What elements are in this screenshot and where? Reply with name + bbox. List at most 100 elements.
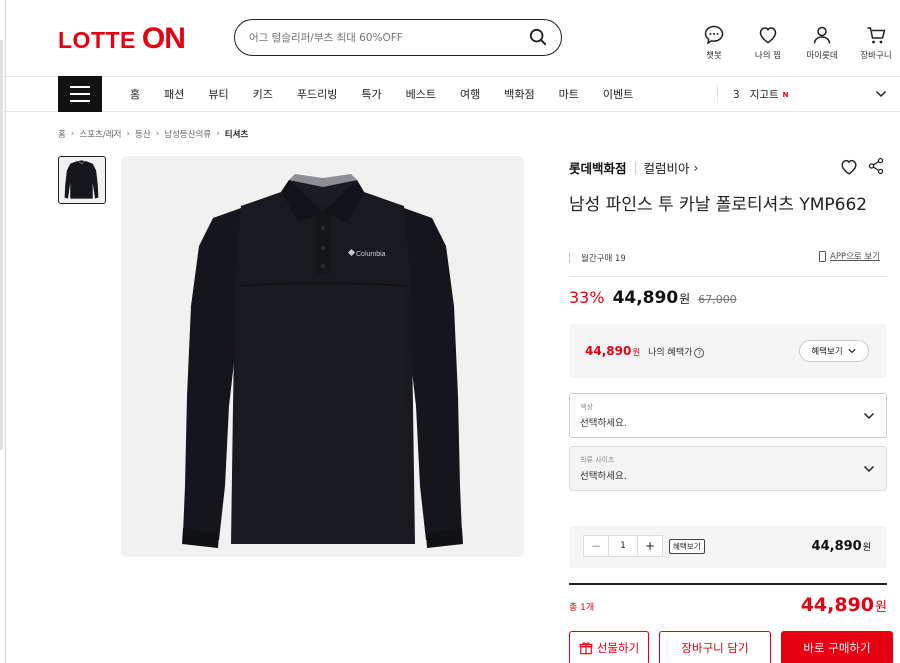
trending-keyword-text: 지고트 [749, 89, 779, 101]
discount-rate: 33% [569, 288, 605, 307]
buy-now-button[interactable]: 바로 구매하기 [781, 631, 893, 663]
quantity-price: 44,890 원 [812, 539, 871, 554]
benefit-price-unit: 원 [632, 348, 641, 358]
quantity-benefit-button[interactable]: 혜택보기 [669, 539, 705, 554]
size-select-label: 의류 사이즈 [580, 456, 615, 464]
size-select-value: 선택하세요. [580, 471, 627, 482]
sale-price: 44,890 [612, 288, 679, 308]
app-view-link[interactable]: APP으로 보기 [819, 250, 880, 262]
nav-item-fashion[interactable]: 패션 [164, 86, 184, 102]
trending-rank: 3 [733, 88, 740, 101]
cart-label: 장바구니 [860, 51, 892, 61]
chevron-down-icon [848, 348, 856, 354]
color-select-value: 선택하세요. [580, 418, 627, 429]
brand-row: 롯데백화점 컬럼비아 › [569, 158, 698, 177]
breadcrumb-current[interactable]: 티셔츠 [225, 128, 248, 140]
monthly-sales: 월간구매 19 [569, 252, 626, 264]
new-badge: N [782, 90, 789, 99]
nav-item-home[interactable]: 홈 [130, 86, 140, 102]
product-title: 남성 파인스 투 카날 폴로티셔츠 YMP662 [569, 195, 868, 215]
total-price-unit: 원 [875, 600, 887, 615]
color-select[interactable]: 색상 선택하세요. [569, 393, 887, 438]
color-select-label: 색상 [580, 403, 593, 411]
breadcrumb-separator-icon: › [155, 129, 160, 139]
nav-item-beauty[interactable]: 뷰티 [208, 86, 228, 102]
menu-bar-icon [70, 86, 90, 88]
app-view-text: APP으로 보기 [830, 252, 881, 262]
quantity-price-value: 44,890 [811, 539, 862, 554]
price-row: 33% 44,890 원 67,000 [569, 288, 737, 308]
chatbot-button[interactable]: 챗봇 [688, 24, 740, 61]
info-icon[interactable]: ? [694, 348, 705, 358]
size-select[interactable]: 의류 사이즈 선택하세요. [569, 446, 887, 491]
shirt-thumbnail-image [64, 160, 99, 199]
nav-item-travel[interactable]: 여행 [460, 86, 480, 102]
benefit-price: 44,890 원 나의 혜택가 ? [585, 344, 705, 358]
divider-line [569, 276, 887, 277]
benefit-label: 나의 혜택가 [648, 348, 693, 358]
quantity-value[interactable]: 1 [608, 536, 638, 556]
breadcrumb-item[interactable]: 등산 [135, 128, 151, 140]
breadcrumb-separator-icon: › [216, 129, 220, 139]
nav-item-mart[interactable]: 마트 [559, 86, 579, 102]
gift-button-label: 선물하기 [596, 641, 640, 655]
quantity-price-unit: 원 [862, 543, 871, 553]
wishlist-heart-icon[interactable] [839, 157, 859, 177]
nav-items: 홈 패션 뷰티 키즈 푸드리빙 특가 베스트 여행 백화점 마트 이벤트 [130, 77, 657, 111]
quantity-minus-button[interactable]: − [584, 536, 608, 556]
user-icon [813, 26, 831, 44]
lotte-on-logo[interactable]: LOTTE ON [58, 22, 186, 56]
gift-icon [579, 642, 593, 655]
share-icon[interactable] [867, 157, 885, 175]
breadcrumb-separator-icon: › [70, 129, 75, 139]
original-price: 67,000 [698, 293, 737, 306]
view-benefits-button[interactable]: 혜택보기 [799, 340, 869, 362]
store-name[interactable]: 롯데백화점 [569, 158, 627, 177]
nav-item-event[interactable]: 이벤트 [603, 86, 633, 102]
menu-button[interactable] [58, 76, 102, 112]
search-icon[interactable] [529, 28, 547, 46]
nav-item-deals[interactable]: 특가 [361, 86, 381, 102]
product-main-image[interactable]: Columbia [121, 156, 524, 557]
chevron-down-icon [863, 465, 875, 473]
polo-shirt-image: Columbia [182, 174, 463, 548]
phone-icon [819, 250, 826, 262]
breadcrumb-item[interactable]: 스포츠/레저 [79, 128, 121, 140]
chevron-right-icon: › [693, 160, 699, 175]
nav-item-foodliving[interactable]: 푸드리빙 [297, 86, 337, 102]
columbia-logo-text: Columbia [356, 251, 386, 258]
product-thumbnail[interactable] [58, 156, 106, 204]
nav-divider [717, 85, 718, 103]
site-header: LOTTE ON 챗봇 나의 찜 마이롯데 [0, 0, 900, 76]
nav-item-kids[interactable]: 키즈 [253, 86, 273, 102]
mylotte-button[interactable]: 마이롯데 [796, 24, 848, 61]
view-benefits-label: 혜택보기 [811, 347, 843, 357]
logo-on-text: ON [141, 22, 186, 55]
search-bar[interactable] [234, 19, 562, 56]
heart-icon [759, 27, 777, 44]
add-to-cart-button[interactable]: 장바구니 담기 [659, 631, 771, 663]
gift-button[interactable]: 선물하기 [569, 631, 649, 663]
total-divider [569, 583, 887, 585]
nav-item-department[interactable]: 백화점 [504, 86, 534, 102]
breadcrumb: 홈 › 스포츠/레저 › 등산 › 남성등산의류 › 티셔츠 [58, 128, 248, 140]
benefit-box: 44,890 원 나의 혜택가 ? 혜택보기 [569, 324, 887, 378]
action-buttons: 선물하기 장바구니 담기 바로 구매하기 [569, 631, 893, 663]
header-icon-group: 챗봇 나의 찜 마이롯데 장바구니 [688, 24, 900, 61]
logo-lotte-text: LOTTE [58, 27, 136, 53]
trending-keyword[interactable]: 3 지고트 N [733, 87, 789, 102]
total-price-value: 44,890 [800, 594, 875, 616]
chatbot-label: 챗봇 [706, 51, 722, 61]
wishlist-button[interactable]: 나의 찜 [742, 24, 794, 61]
chevron-down-icon[interactable] [874, 87, 888, 101]
breadcrumb-item[interactable]: 남성등산의류 [164, 128, 211, 140]
quantity-plus-button[interactable]: + [638, 536, 662, 556]
cart-button[interactable]: 장바구니 [850, 24, 900, 61]
breadcrumb-item[interactable]: 홈 [58, 128, 66, 140]
nav-item-best[interactable]: 베스트 [406, 86, 436, 102]
total-count: 총 1개 [569, 603, 595, 613]
wishlist-label: 나의 찜 [754, 51, 782, 61]
brand-link[interactable]: 컬럼비아 [644, 158, 690, 177]
cart-icon [867, 27, 886, 44]
search-input[interactable] [249, 31, 519, 44]
